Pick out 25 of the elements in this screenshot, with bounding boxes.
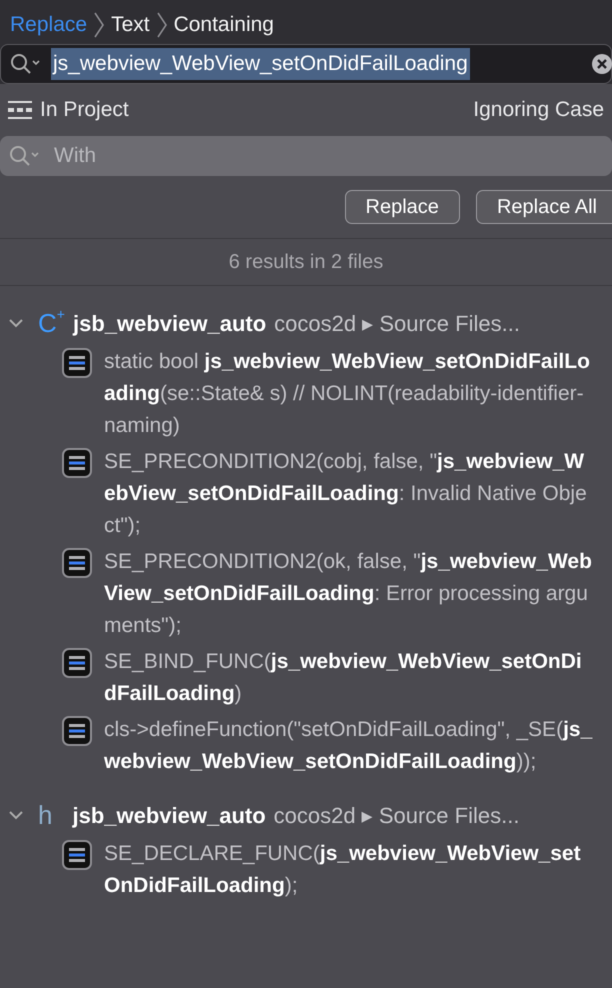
search-result[interactable]: cls->defineFunction("setOnDidFailLoading", _SE(js_webview_WebView_setOnDidFailLoading)); (104, 714, 594, 778)
breadcrumb-item[interactable]: Replace (10, 9, 88, 41)
file-path: cocos2d ▸ Source Files... (274, 802, 520, 830)
breadcrumb-item[interactable]: Containing (174, 9, 274, 41)
results-summary: 6 results in 2 files (228, 250, 384, 275)
search-result[interactable]: SE_PRECONDITION2(ok, false, "js_webview_WebView_setOnDidFailLoading: Error processing arguments"); (104, 546, 594, 642)
clear-icon[interactable] (591, 53, 612, 75)
file-type-icon: h (38, 802, 52, 828)
replace-button[interactable]: Replace (344, 190, 460, 224)
breadcrumb-item[interactable]: Text (111, 9, 150, 41)
file-path: cocos2d ▸ Source Files... (274, 310, 520, 338)
search-result[interactable]: SE_PRECONDITION2(cobj, false, "js_webview_WebView_setOnDidFailLoading: Invalid Native Object"); (104, 446, 594, 542)
file-name[interactable]: jsb_webview_auto (72, 798, 266, 832)
search-result[interactable]: SE_DECLARE_FUNC(js_webview_WebView_setOnDidFailLoading); (104, 838, 594, 902)
search-result[interactable]: SE_BIND_FUNC(js_webview_WebView_setOnDidFailLoading) (104, 646, 594, 710)
search-result[interactable]: static bool js_webview_WebView_setOnDidFailLoading(se::State& s) // NOLINT(readability-identifier-naming) (104, 346, 594, 442)
file-type-icon: C$^{+}$ (38, 310, 65, 336)
chevron-icon (154, 11, 169, 39)
file-name[interactable]: jsb_webview_auto (72, 306, 266, 340)
scope-label[interactable]: In Project (40, 94, 129, 126)
search-field[interactable]: js_webview_WebView_setOnDidFailLoading (0, 44, 612, 84)
scope-icon[interactable] (8, 100, 32, 120)
chevron-icon (92, 11, 106, 39)
replace-button[interactable]: Replace All (476, 190, 612, 224)
case-option[interactable]: Ignoring Case (473, 94, 604, 126)
